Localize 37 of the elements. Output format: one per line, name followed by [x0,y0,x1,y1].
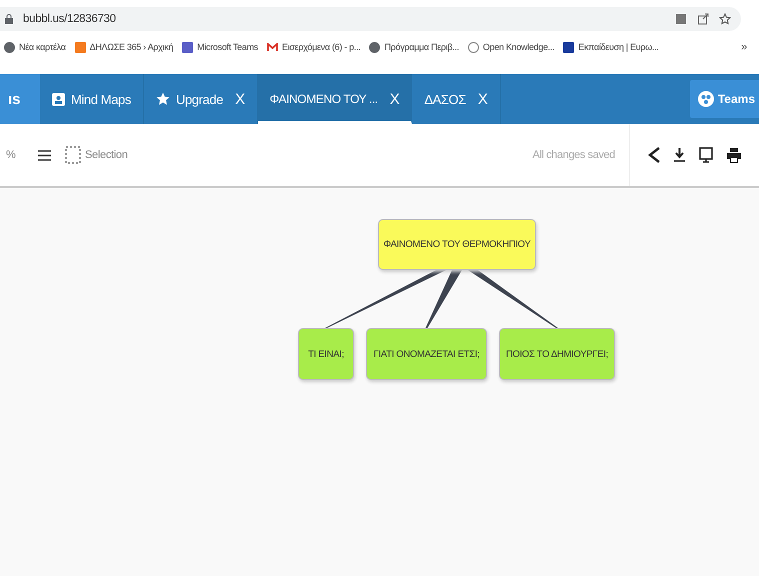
mail-icon [267,42,278,52]
menu-icon[interactable] [38,150,51,160]
save-status: All changes saved [532,149,615,161]
child-node[interactable]: ΓΙΑΤΙ ΟΝΟΜΑΖΕΤΑΙ ΕΤΣΙ; [366,328,487,380]
share-icon[interactable] [648,147,660,163]
zoom-level[interactable]: % [0,149,24,161]
bookmark-link[interactable]: Νέα καρτέλα [19,42,66,52]
team-icon [698,91,714,107]
lock-icon [5,14,13,24]
selection-tool[interactable]: Selection [65,146,128,164]
close-tab-button[interactable]: X [390,90,400,108]
print-icon[interactable] [727,148,741,162]
bookmark-link[interactable]: Microsoft Teams [197,42,258,52]
download-icon[interactable] [674,148,685,162]
bookmark-link[interactable]: Πρόγραμμα Περιβ... [384,42,459,52]
site-icon [182,42,194,52]
child-node[interactable]: ΤΙ ΕΙΝΑΙ; [298,328,354,380]
selection-icon [65,146,81,164]
url-text[interactable]: bubbl.us/12836730 [23,13,116,25]
site-icon [563,42,574,52]
monitor-icon[interactable] [699,147,713,163]
star-icon[interactable] [719,13,731,25]
folder-icon [52,92,65,106]
root-node[interactable]: ΦΑΙΝΟΜΕΝΟ ΤΟΥ ΘΕΡΜΟΚΗΠΙΟΥ [378,219,536,270]
bookmark-link[interactable]: Εισερχόμενα (6) - p... [282,42,360,52]
bookmark-link[interactable]: Open Knowledge... [482,42,554,52]
close-tab-button[interactable]: X [235,90,245,108]
star-icon [156,92,170,106]
tab[interactable]: ΔΑΣΟΣ X [412,74,501,124]
site-icon [74,42,86,52]
more-bookmarks-button[interactable]: » [741,41,747,53]
tab[interactable]: Mind Maps [40,74,144,124]
close-tab-button[interactable]: X [478,90,488,108]
tab[interactable]: ΦΑΙΝΟΜΕΝΟ ΤΟΥ ... X [258,74,412,124]
bookmark-link[interactable]: Εκπαίδευση | Ευρω... [578,42,659,52]
bookmark-link[interactable]: ΔΗΛΩΣΕ 365 › Αρχική [90,42,174,52]
child-node[interactable]: ΠΟΙΟΣ ΤΟ ΔΗΜΙΟΥΡΓΕΙ; [499,328,615,380]
